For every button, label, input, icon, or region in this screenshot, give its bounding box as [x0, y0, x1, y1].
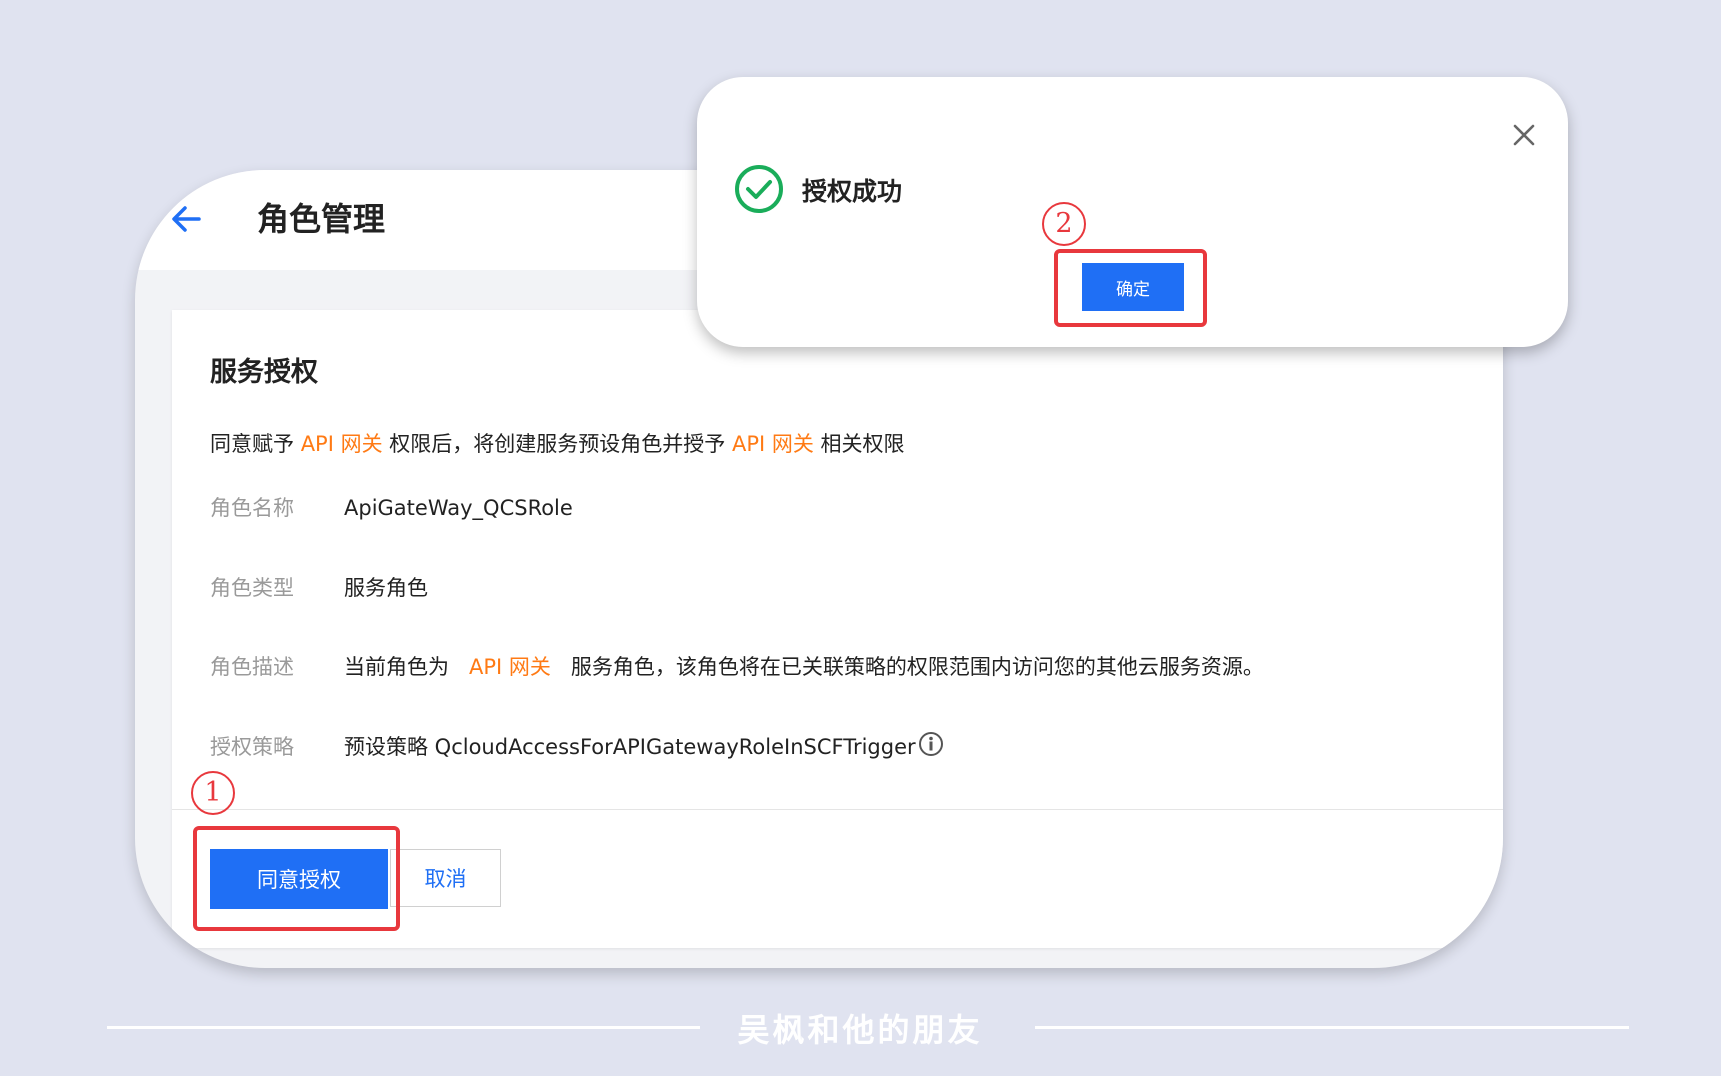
footer-line-left: [107, 1026, 700, 1029]
step-2-highlight: [1054, 249, 1207, 327]
role-description-label: 角色描述: [210, 655, 294, 679]
intro-text-3: 相关权限: [813, 432, 905, 456]
role-type-row: 角色类型 服务角色: [210, 572, 428, 602]
close-icon[interactable]: [1512, 123, 1536, 147]
cancel-button[interactable]: 取消: [390, 849, 501, 907]
authorization-policy-value: 预设策略 QcloudAccessForAPIGatewayRoleInSCFT…: [344, 735, 916, 759]
role-description-prefix: 当前角色为: [344, 655, 449, 679]
footer-divider: [172, 809, 1503, 810]
page-title: 角色管理: [257, 200, 386, 238]
role-name-value: ApiGateWay_QCSRole: [344, 496, 573, 520]
success-check-icon: [735, 165, 783, 213]
role-name-row: 角色名称 ApiGateWay_QCSRole: [210, 492, 573, 522]
back-arrow-icon[interactable]: [169, 202, 203, 236]
dialog-title: 授权成功: [802, 177, 903, 206]
step-2-marker: 2: [1042, 202, 1086, 246]
authorization-policy-row: 授权策略 预设策略 QcloudAccessForAPIGatewayRoleIn…: [210, 731, 944, 761]
authorization-policy-label: 授权策略: [210, 735, 294, 759]
role-name-label: 角色名称: [210, 496, 294, 520]
step-1-marker: 1: [191, 771, 235, 815]
footer-line-right: [1035, 1026, 1629, 1029]
role-type-value: 服务角色: [344, 576, 428, 600]
intro-service-name-1: API 网关: [300, 432, 383, 456]
step-1-highlight: [193, 826, 400, 931]
role-type-label: 角色类型: [210, 576, 294, 600]
role-description-row: 角色描述 当前角色为 API 网关 服务角色，该角色将在已关联策略的权限范围内访问您的…: [210, 651, 1264, 681]
intro-text-1: 同意赋予: [210, 432, 301, 456]
role-description-suffix: 服务角色，该角色将在已关联策略的权限范围内访问您的其他云服务资源。: [570, 655, 1264, 679]
footer-watermark: 吴枫和他的朋友: [737, 1011, 983, 1049]
info-icon[interactable]: [918, 731, 944, 757]
intro-service-name-2: API 网关: [731, 432, 814, 456]
role-description-service: API 网关: [469, 655, 551, 679]
panel-title: 服务授权: [210, 357, 318, 388]
authorization-intro: 同意赋予 API 网关 权限后，将创建服务预设角色并授予 API 网关 相关权限: [210, 428, 905, 458]
intro-text-2: 权限后，将创建服务预设角色并授予: [382, 432, 732, 456]
